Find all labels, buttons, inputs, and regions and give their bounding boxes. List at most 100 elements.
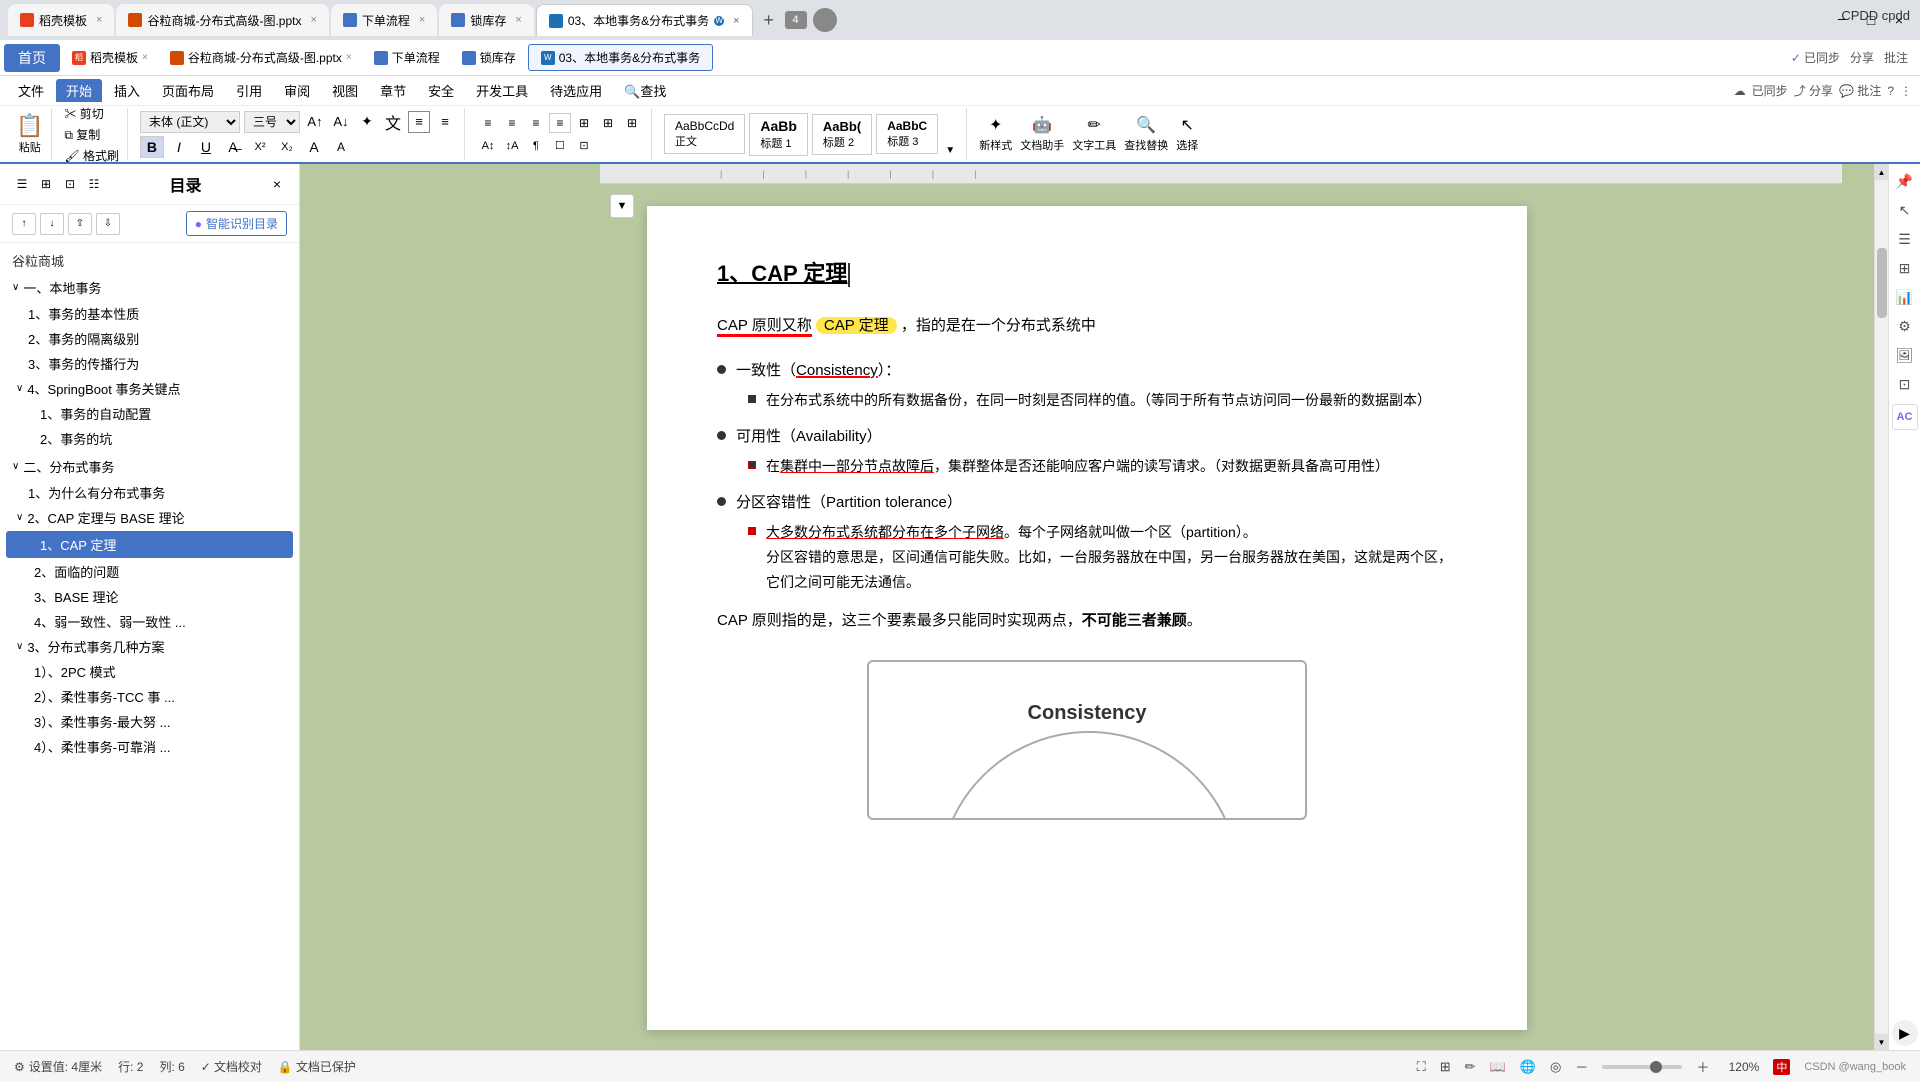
toc-item-cap-problems[interactable]: 2、面临的问题 xyxy=(0,559,299,584)
tab-5-active[interactable]: 03、本地事务&分布式事务 W × xyxy=(536,4,753,36)
nav-up2-btn[interactable]: ⇧ xyxy=(68,213,92,235)
toc-item-cap-base[interactable]: ∨ 2、CAP 定理与 BASE 理论 xyxy=(0,505,299,530)
right-tool-ai[interactable]: AC xyxy=(1892,404,1918,430)
language-btn[interactable]: 中 xyxy=(1773,1059,1790,1075)
find-replace-btn[interactable]: 🔍查找替换 xyxy=(1124,115,1168,153)
ribbon-tab-file[interactable]: 文件 xyxy=(8,79,54,102)
app-tab-5-active[interactable]: W 03、本地事务&分布式事务 xyxy=(528,44,713,71)
focus-mode-btn[interactable]: ◎ xyxy=(1550,1059,1561,1075)
web-mode-btn[interactable]: 🌐 xyxy=(1520,1059,1536,1075)
copy-btn[interactable]: ⧉ 复制 xyxy=(60,125,123,144)
paste-btn[interactable]: 📋 粘贴 xyxy=(16,113,43,155)
font-shrink-btn[interactable]: A↓ xyxy=(330,111,352,133)
tab-close-icon[interactable]: × xyxy=(96,14,102,26)
app-tab-2[interactable]: 谷粒商城-分布式高级-图.pptx × xyxy=(160,47,362,68)
style-h1[interactable]: AaBb标题 1 xyxy=(749,113,808,156)
app-tab-2-close[interactable]: × xyxy=(346,52,352,63)
tab-active-close[interactable]: × xyxy=(733,15,739,27)
nav-up-btn[interactable]: ↑ xyxy=(12,213,36,235)
zoom-slider[interactable] xyxy=(1602,1065,1682,1069)
justify-btn[interactable]: ≡ xyxy=(549,113,571,133)
format-brush-btn[interactable]: 🖌 格式刷 xyxy=(60,146,123,165)
strikethrough-btn[interactable]: A̶ xyxy=(221,136,245,158)
toc-item-tx-auto-config[interactable]: 1、事务的自动配置 xyxy=(0,401,299,426)
sidebar-icon-3[interactable]: ⊡ xyxy=(60,174,80,194)
read-mode-btn[interactable]: 📖 xyxy=(1490,1059,1506,1075)
right-tool-2[interactable]: ↖ xyxy=(1892,197,1918,223)
tab-1[interactable]: 稻壳模板 × xyxy=(8,4,114,36)
style-h3[interactable]: AaBbC标题 3 xyxy=(876,114,938,154)
list-indent-btn[interactable]: ≡ xyxy=(434,111,456,133)
tab-3[interactable]: 下单流程 × xyxy=(331,4,437,36)
zoom-out-btn[interactable]: － xyxy=(1575,1057,1588,1076)
align-right-btn[interactable]: ≡ xyxy=(525,113,547,133)
font-tools-btn[interactable]: 文 xyxy=(382,111,404,133)
share-btn[interactable]: 分享 xyxy=(1850,49,1874,66)
full-screen-btn[interactable]: ⛶ xyxy=(1417,1059,1426,1075)
align-center-btn[interactable]: ≡ xyxy=(501,113,523,133)
sidebar-icon-2[interactable]: ⊞ xyxy=(36,174,56,194)
scroll-up-btn[interactable]: ▲ xyxy=(1875,164,1889,180)
style-normal[interactable]: AaBbCcDd正文 xyxy=(664,114,745,154)
line-spacing-btn[interactable]: A↕ xyxy=(477,136,499,156)
highlight-btn[interactable]: A xyxy=(329,136,353,158)
toc-item-tx-pit[interactable]: 2、事务的坑 xyxy=(0,426,299,451)
scroll-track[interactable] xyxy=(1875,180,1888,1034)
home-btn[interactable]: 首页 xyxy=(4,44,60,72)
font-grow-btn[interactable]: A↑ xyxy=(304,111,326,133)
tab-close-icon[interactable]: × xyxy=(419,14,425,26)
right-tool-8[interactable]: ⊡ xyxy=(1892,371,1918,397)
border-btn[interactable]: ⊡ xyxy=(573,136,595,156)
zoom-in-btn[interactable]: ＋ xyxy=(1696,1057,1709,1076)
new-tab-btn[interactable]: + xyxy=(755,6,783,34)
nav-down-btn[interactable]: ↓ xyxy=(40,213,64,235)
show-marks-btn[interactable]: ¶ xyxy=(525,136,547,156)
toc-item-base[interactable]: 3、BASE 理论 xyxy=(0,584,299,609)
toc-item-tx-propagation[interactable]: 3、事务的传播行为 xyxy=(0,351,299,376)
toc-item-dist-solutions[interactable]: ∨ 3、分布式事务几种方案 xyxy=(0,634,299,659)
italic-btn[interactable]: I xyxy=(167,136,191,158)
distribute-btn[interactable]: ⊞ xyxy=(573,113,595,133)
toc-item-2pc[interactable]: 1）、2PC 模式 xyxy=(0,659,299,684)
right-tool-video[interactable]: ▶ xyxy=(1892,1020,1918,1046)
ribbon-tab-view[interactable]: 视图 xyxy=(322,79,368,102)
style-h2[interactable]: AaBb(标题 2 xyxy=(812,114,872,155)
sidebar-icon-1[interactable]: ☰ xyxy=(12,174,32,194)
toc-item-tx-isolation[interactable]: 2、事务的隔离级别 xyxy=(0,326,299,351)
ribbon-tab-insert[interactable]: 插入 xyxy=(104,79,150,102)
underline-btn[interactable]: U xyxy=(194,136,218,158)
user-avatar[interactable] xyxy=(813,8,837,32)
scroll-thumb[interactable] xyxy=(1877,248,1887,318)
app-tab-4[interactable]: 锁库存 xyxy=(452,47,526,68)
toc-item-dist-tx[interactable]: ∨ 二、分布式事务 xyxy=(0,453,299,480)
toc-item-why-dist[interactable]: 1、为什么有分布式事务 xyxy=(0,480,299,505)
help-icon[interactable]: ? xyxy=(1887,84,1894,98)
right-tool-1[interactable]: 📌 xyxy=(1892,168,1918,194)
ribbon-tab-start[interactable]: 开始 xyxy=(56,79,102,102)
toc-item-weak-consistency[interactable]: 4、弱一致性、弱一致性 ... xyxy=(0,609,299,634)
right-tool-3[interactable]: ☰ xyxy=(1892,226,1918,252)
ribbon-tab-security[interactable]: 安全 xyxy=(418,79,464,102)
align-left-btn[interactable]: ≡ xyxy=(477,113,499,133)
right-tool-6[interactable]: ⚙ xyxy=(1892,313,1918,339)
tab-close-icon[interactable]: × xyxy=(515,14,521,26)
select-btn[interactable]: ↖选择 xyxy=(1176,115,1198,153)
font-name-select[interactable]: 末体 (正文) xyxy=(140,111,240,133)
shading-btn[interactable]: ☐ xyxy=(549,136,571,156)
share-icon[interactable]: ⤴ 分享 xyxy=(1794,82,1833,99)
sidebar-close-btn[interactable]: × xyxy=(267,174,287,194)
bold-btn[interactable]: B xyxy=(140,136,164,158)
scroll-down-btn[interactable]: ▼ xyxy=(1875,1034,1889,1050)
app-tab-1-close[interactable]: × xyxy=(142,52,148,63)
ribbon-tab-layout[interactable]: 页面布局 xyxy=(152,79,224,102)
ribbon-tab-chapter[interactable]: 章节 xyxy=(370,79,416,102)
toc-item-reliable-msg[interactable]: 4）、柔性事务-可靠消 ... xyxy=(0,734,299,759)
doc-check-btn[interactable]: ✓ 文档校对 xyxy=(201,1058,262,1075)
subscript-btn[interactable]: X₂ xyxy=(275,136,299,158)
sort-btn[interactable]: ↕A xyxy=(501,136,523,156)
tab-2[interactable]: 谷粒商城-分布式高级-图.pptx × xyxy=(116,4,328,36)
cut-btn[interactable]: ✂ 剪切 xyxy=(60,104,123,123)
tab-4[interactable]: 锁库存 × xyxy=(439,4,533,36)
ai-recognize-btn[interactable]: ● 智能识别目录 xyxy=(186,211,287,236)
text-tools-btn[interactable]: ✏文字工具 xyxy=(1072,115,1116,153)
